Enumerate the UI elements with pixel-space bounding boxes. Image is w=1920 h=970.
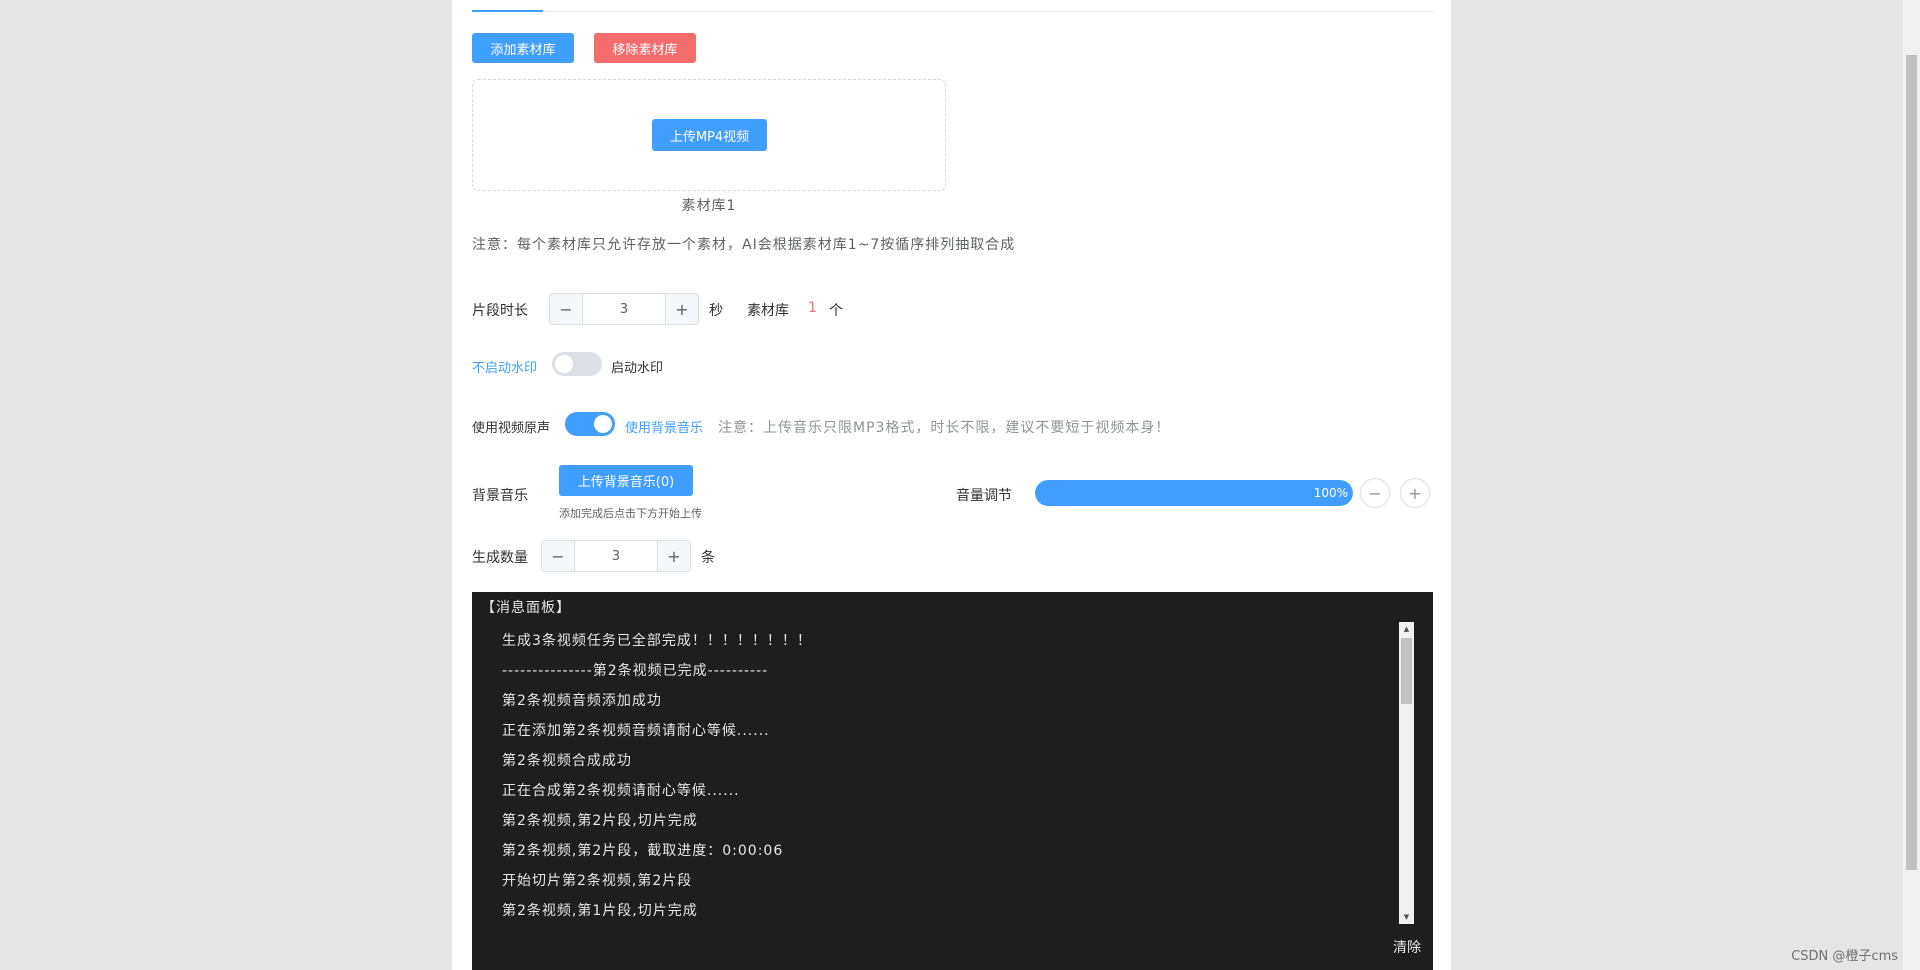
bgm-hint: 添加完成后点击下方开始上传 bbox=[559, 507, 702, 520]
original-audio-label[interactable]: 使用视频原声 bbox=[472, 417, 550, 436]
bgm-label: 背景音乐 bbox=[472, 488, 528, 504]
generate-count-label: 生成数量 bbox=[472, 550, 528, 566]
upload-mp4-button[interactable]: 上传MP4视频 bbox=[652, 119, 767, 151]
tabs-divider bbox=[472, 11, 1433, 12]
library-notice: 注意：每个素材库只允许存放一个素材，AI会根据素材库1~7按循序排列抽取合成 bbox=[472, 237, 1016, 253]
remove-library-button[interactable]: 移除素材库 bbox=[594, 33, 696, 63]
generate-count-value[interactable]: 3 bbox=[575, 541, 657, 571]
log-line: 正在添加第2条视频音频请耐心等候...... bbox=[502, 723, 770, 739]
log-line: 生成3条视频任务已全部完成！！！！！！！！ bbox=[502, 633, 812, 649]
increase-button[interactable]: + bbox=[665, 294, 698, 324]
log-line: 第2条视频,第2片段，截取进度：0:00:06 bbox=[502, 843, 784, 859]
log-line: 第2条视频,第1片段,切片完成 bbox=[502, 903, 698, 919]
segment-duration-label: 片段时长 bbox=[472, 303, 528, 319]
scroll-down-icon[interactable]: ▼ bbox=[1399, 910, 1414, 924]
csdn-watermark: CSDN @橙子cms bbox=[1791, 949, 1898, 964]
message-panel-title: 【消息面板】 bbox=[481, 600, 571, 616]
library-count-value: 1 bbox=[808, 300, 817, 316]
message-scrollbar[interactable]: ▲ ▼ bbox=[1399, 622, 1414, 924]
audio-source-toggle[interactable] bbox=[565, 412, 615, 436]
log-line: 第2条视频合成成功 bbox=[502, 753, 632, 769]
main-panel: 添加素材库 移除素材库 上传MP4视频 素材库1 注意：每个素材库只允许存放一个… bbox=[452, 0, 1451, 970]
upload-bgm-button[interactable]: 上传背景音乐(0) bbox=[559, 465, 693, 496]
window-scrollbar[interactable] bbox=[1903, 0, 1920, 970]
toggle-knob bbox=[555, 355, 573, 373]
increase-button[interactable]: + bbox=[657, 541, 690, 571]
library-label: 素材库1 bbox=[681, 198, 737, 214]
scroll-up-icon[interactable]: ▲ bbox=[1399, 622, 1414, 636]
segment-duration-stepper[interactable]: − 3 + bbox=[549, 293, 699, 325]
volume-progress-bar: 100% bbox=[1035, 480, 1353, 506]
log-line: ---------------第2条视频已完成---------- bbox=[502, 663, 769, 679]
log-line: 正在合成第2条视频请耐心等候...... bbox=[502, 783, 740, 799]
background-music-label[interactable]: 使用背景音乐 bbox=[625, 417, 703, 436]
volume-percent: 100% bbox=[1313, 486, 1348, 500]
watermark-toggle[interactable] bbox=[552, 352, 602, 376]
decrease-button[interactable]: − bbox=[542, 541, 575, 571]
watermark-off-label[interactable]: 不启动水印 bbox=[472, 357, 537, 376]
upload-dropzone[interactable]: 上传MP4视频 bbox=[472, 79, 946, 191]
scroll-thumb[interactable] bbox=[1401, 638, 1412, 704]
volume-progress-fill: 100% bbox=[1035, 480, 1353, 506]
library-count-unit: 个 bbox=[829, 303, 843, 319]
volume-label: 音量调节 bbox=[956, 488, 1012, 504]
generate-count-stepper[interactable]: − 3 + bbox=[541, 540, 691, 572]
active-tab-indicator bbox=[472, 10, 543, 12]
message-panel: 【消息面板】 生成3条视频任务已全部完成！！！！！！！！ ------------… bbox=[472, 592, 1433, 970]
decrease-button[interactable]: − bbox=[550, 294, 583, 324]
volume-increase-button[interactable]: + bbox=[1400, 478, 1430, 508]
segment-duration-value[interactable]: 3 bbox=[583, 294, 665, 324]
toggle-knob bbox=[594, 415, 612, 433]
log-line: 第2条视频,第2片段,切片完成 bbox=[502, 813, 698, 829]
watermark-on-label[interactable]: 启动水印 bbox=[611, 357, 663, 376]
volume-decrease-button[interactable]: − bbox=[1360, 478, 1390, 508]
audio-notice: 注意：上传音乐只限MP3格式，时长不限，建议不要短于视频本身！ bbox=[718, 420, 1171, 436]
seconds-unit: 秒 bbox=[709, 303, 723, 319]
clear-button[interactable]: 清除 bbox=[1393, 937, 1421, 957]
generate-count-unit: 条 bbox=[701, 550, 715, 566]
add-library-button[interactable]: 添加素材库 bbox=[472, 33, 574, 63]
window-scroll-thumb[interactable] bbox=[1906, 55, 1917, 870]
log-line: 开始切片第2条视频,第2片段 bbox=[502, 873, 693, 889]
log-line: 第2条视频音频添加成功 bbox=[502, 693, 662, 709]
library-count-label: 素材库 bbox=[747, 303, 789, 319]
message-log: 生成3条视频任务已全部完成！！！！！！！！ ---------------第2条视… bbox=[502, 626, 812, 926]
